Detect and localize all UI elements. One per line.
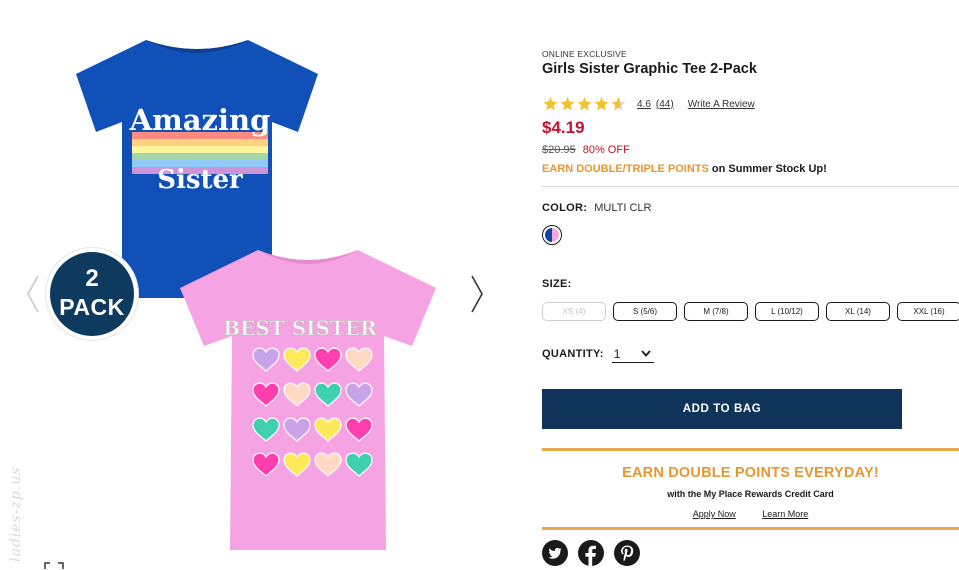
star-icon xyxy=(611,97,626,111)
star-icon xyxy=(577,97,592,111)
sale-price: $4.19 xyxy=(542,118,585,137)
star-rating[interactable] xyxy=(542,96,627,112)
size-option[interactable]: S (5/6) xyxy=(613,302,677,321)
size-option[interactable]: L (10/12) xyxy=(755,302,819,321)
badge-word: PACK xyxy=(59,294,125,320)
product-image-gallery: Amazing Sister BEST SISTER 2 PACK ladies… xyxy=(0,0,520,570)
color-swatch-multi[interactable] xyxy=(542,225,562,245)
badge-number: 2 xyxy=(85,265,99,292)
quantity-row: QUANTITY: 1 xyxy=(542,345,654,363)
size-option[interactable]: XS (4) xyxy=(542,302,606,321)
star-icon xyxy=(543,97,558,111)
points-promo-accent: EARN DOUBLE/TRIPLE POINTS xyxy=(542,163,709,175)
watermark: ladies-zp.us xyxy=(2,444,32,564)
points-promo-rest: on Summer Stock Up! xyxy=(708,163,827,175)
points-promo: EARN DOUBLE/TRIPLE POINTS on Summer Stoc… xyxy=(542,163,827,175)
star-icon xyxy=(560,97,575,111)
rating-row: 4.6 (44) Write A Review xyxy=(542,95,755,113)
color-label: COLOR: xyxy=(542,202,588,214)
product-title: Girls Sister Graphic Tee 2-Pack xyxy=(542,61,757,77)
two-pack-badge: 2 PACK xyxy=(46,248,138,340)
apply-now-link[interactable]: Apply Now xyxy=(693,509,736,519)
online-exclusive-label: ONLINE EXCLUSIVE xyxy=(542,49,627,59)
price-details: $20.95 80% OFF xyxy=(542,144,630,156)
product-details-panel: ONLINE EXCLUSIVE Girls Sister Graphic Te… xyxy=(542,0,959,570)
pink-tee-image: BEST SISTER xyxy=(180,250,436,550)
size-options: XS (4) S (5/6) M (7/8) L (10/12) XL (14) XXL … xyxy=(542,302,959,321)
social-share xyxy=(542,540,650,566)
quantity-select[interactable]: 1 xyxy=(611,345,654,363)
color-row: COLOR: MULTI CLR xyxy=(542,202,652,214)
learn-more-link[interactable]: Learn More xyxy=(762,509,808,519)
chevron-down-icon xyxy=(641,350,651,357)
rewards-promo-box: EARN DOUBLE POINTS EVERYDAY! with the My… xyxy=(542,448,959,530)
divider xyxy=(542,186,959,187)
quantity-label: QUANTITY: xyxy=(542,348,604,360)
size-option[interactable]: XXL (16) xyxy=(897,302,959,321)
original-price: $20.95 xyxy=(542,144,576,156)
discount-label: 80% OFF xyxy=(582,144,630,156)
twitter-icon[interactable] xyxy=(542,540,568,566)
size-label: SIZE: xyxy=(542,278,572,290)
watermark-text: ladies-zp.us xyxy=(8,466,24,562)
color-value: MULTI CLR xyxy=(594,202,652,214)
chevron-left-icon[interactable] xyxy=(26,274,40,314)
write-review-link[interactable]: Write A Review xyxy=(688,99,755,110)
blue-tee-text-line2: Sister xyxy=(157,165,243,195)
expand-icon[interactable] xyxy=(44,562,64,570)
facebook-icon[interactable] xyxy=(578,540,604,566)
pinterest-icon[interactable] xyxy=(614,540,640,566)
rating-value[interactable]: 4.6 xyxy=(637,99,651,110)
star-icon xyxy=(594,97,609,111)
quantity-value: 1 xyxy=(613,346,621,361)
chevron-right-icon[interactable] xyxy=(470,274,484,314)
blue-tee-text-line1: Amazing xyxy=(129,103,271,137)
promo-headline: EARN DOUBLE POINTS EVERYDAY! xyxy=(622,465,879,481)
promo-subtext: with the My Place Rewards Credit Card xyxy=(667,489,834,499)
pink-tee-text: BEST SISTER xyxy=(223,316,377,340)
add-to-bag-button[interactable]: ADD TO BAG xyxy=(542,389,902,429)
size-option[interactable]: XL (14) xyxy=(826,302,890,321)
review-count-link[interactable]: (44) xyxy=(656,99,674,110)
size-option[interactable]: M (7/8) xyxy=(684,302,748,321)
promo-links: Apply Now Learn More xyxy=(542,509,959,519)
